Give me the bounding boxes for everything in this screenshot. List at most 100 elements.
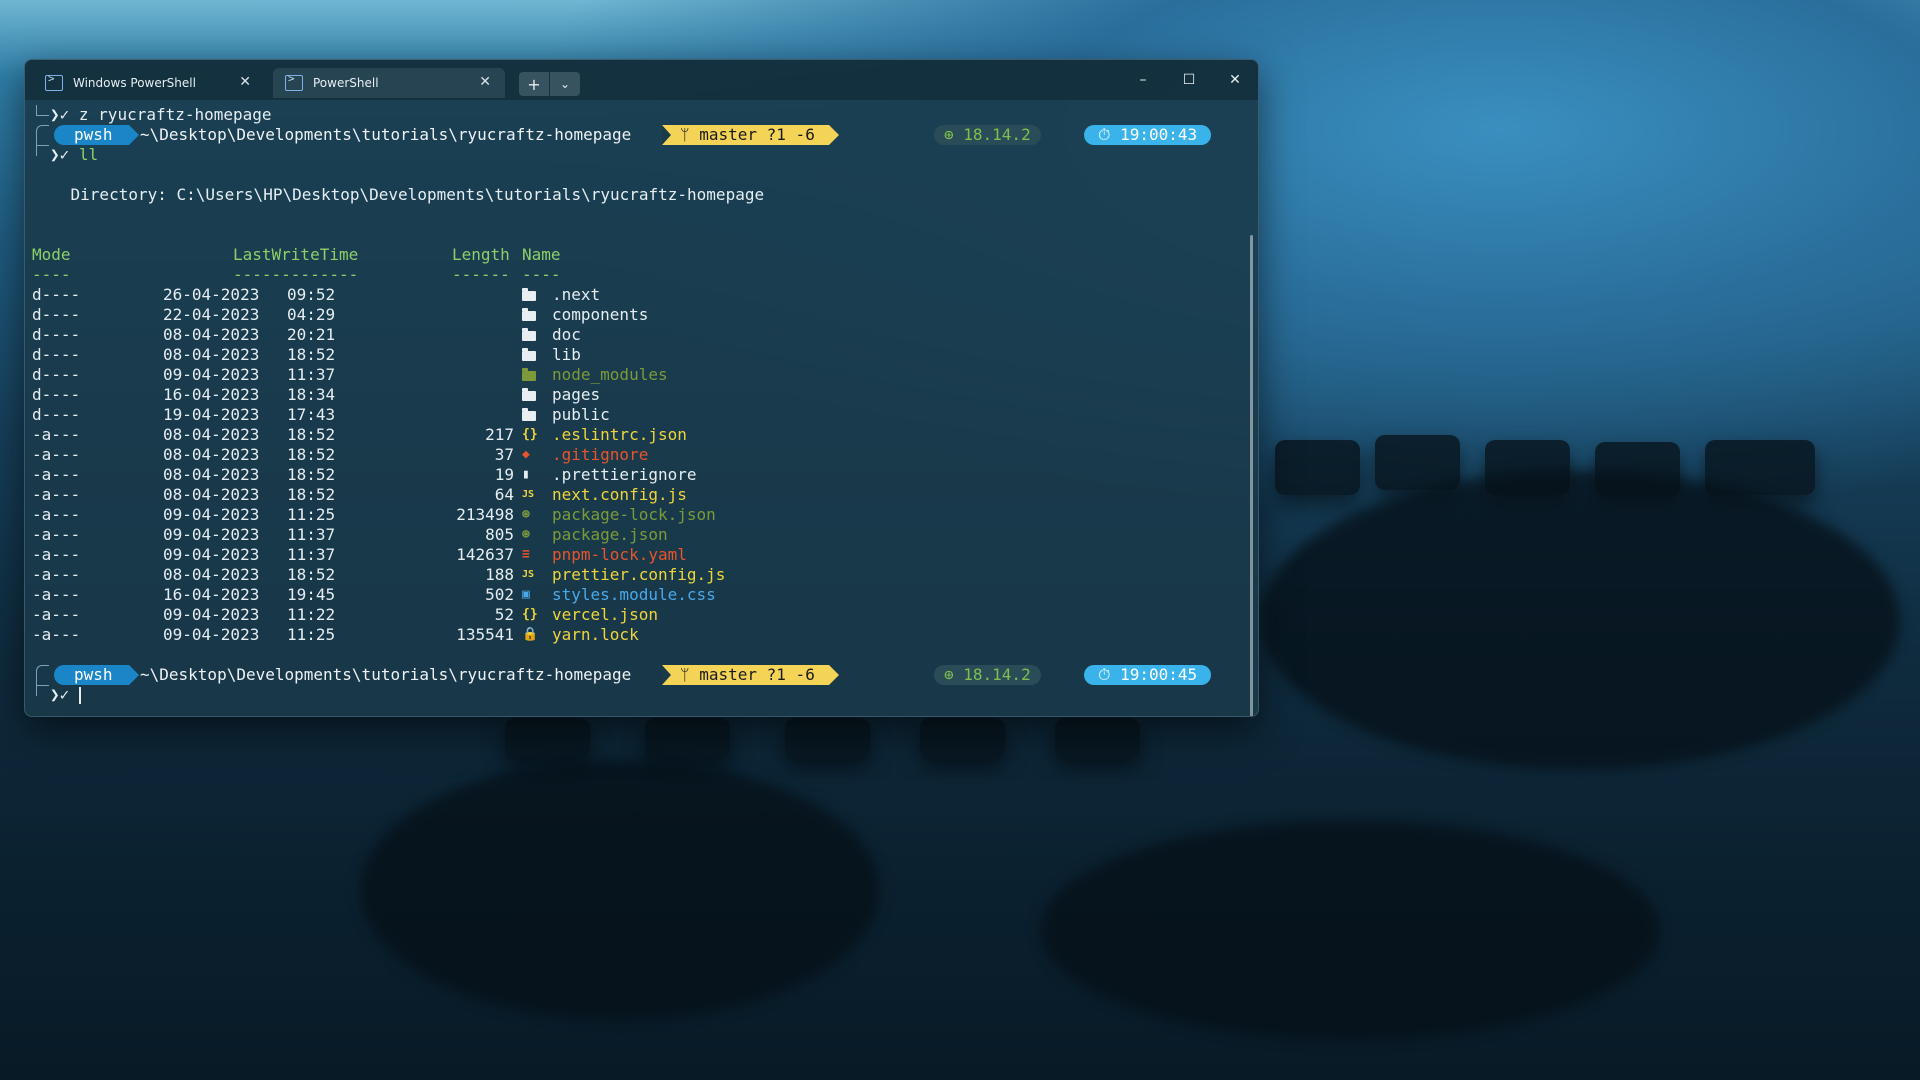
file-name[interactable]: package-lock.json	[552, 505, 716, 525]
file-name[interactable]: public	[552, 405, 610, 425]
file-time: 04:29	[287, 305, 336, 324]
file-time: 18:52	[287, 445, 336, 464]
prompt-symbol: ❯✓	[50, 145, 70, 164]
header-underline: ----	[32, 265, 71, 284]
tab-label: Windows PowerShell	[73, 76, 196, 90]
file-time: 18:52	[287, 485, 336, 504]
json-icon: {}	[522, 427, 538, 442]
file-name[interactable]: pages	[552, 385, 600, 405]
close-window-button[interactable]: ✕	[1212, 68, 1258, 92]
folder-icon	[522, 365, 536, 385]
close-tab-icon[interactable]: ✕	[479, 74, 491, 90]
minimize-button[interactable]: –	[1120, 68, 1166, 92]
file-name[interactable]: prettier.config.js	[552, 565, 725, 585]
wallpaper-hand	[360, 760, 880, 1020]
wallpaper-key	[1055, 718, 1140, 758]
path-segment: ~\Desktop\Developments\tutorials\ryucraf…	[140, 125, 632, 144]
file-name[interactable]: pnpm-lock.yaml	[552, 545, 687, 565]
folder-icon	[522, 385, 536, 405]
close-tab-icon[interactable]: ✕	[239, 74, 251, 90]
file-length: 142637	[456, 545, 514, 564]
file-name[interactable]: .prettierignore	[552, 465, 697, 485]
wallpaper-key	[785, 718, 870, 758]
maximize-button[interactable]: ☐	[1166, 68, 1212, 92]
file-date: 09-04-2023	[163, 545, 260, 564]
file-mode: -a---	[32, 565, 81, 584]
file-date: 08-04-2023	[163, 345, 260, 364]
tab-dropdown-button[interactable]: ⌄	[550, 72, 580, 96]
file-name[interactable]: lib	[552, 345, 581, 365]
file-time: 18:52	[287, 465, 336, 484]
scrollbar[interactable]	[1250, 235, 1253, 716]
file-time: 18:52	[287, 565, 336, 584]
command-text: ll	[78, 145, 99, 164]
file-mode: d----	[32, 345, 81, 364]
file-time: 18:52	[287, 425, 336, 444]
column-header-lastwritetime: LastWriteTime	[233, 245, 359, 264]
file-length: 135541	[456, 625, 514, 644]
file-mode: d----	[32, 285, 81, 304]
folder-icon	[522, 345, 536, 365]
file-date: 08-04-2023	[163, 325, 260, 344]
file-length: 64	[494, 485, 514, 504]
prompt-connector	[36, 137, 49, 146]
file-name[interactable]: doc	[552, 325, 581, 345]
command-line: ❯✓ ll	[50, 145, 98, 165]
file-mode: -a---	[32, 485, 81, 504]
file-date: 08-04-2023	[163, 465, 260, 484]
wallpaper-key	[1375, 435, 1460, 490]
powershell-icon	[45, 72, 63, 91]
terminal-output[interactable]: ❯✓ z ryucraftz-homepage pwsh ~\Desktop\D…	[32, 103, 1246, 716]
tab-powershell[interactable]: PowerShell ✕	[273, 68, 505, 98]
js-icon: JS	[522, 489, 535, 500]
file-date: 19-04-2023	[163, 405, 260, 424]
file-name[interactable]: package.json	[552, 525, 668, 545]
file-mode: -a---	[32, 465, 81, 484]
file-length: 19	[494, 465, 514, 484]
npm-icon: ⊛	[522, 507, 530, 522]
column-header-name: Name	[522, 245, 561, 264]
file-name[interactable]: .gitignore	[552, 445, 648, 465]
file-name[interactable]: .eslintrc.json	[552, 425, 687, 445]
css-icon: ▣	[522, 587, 530, 602]
file-mode: d----	[32, 325, 81, 344]
wallpaper-hand	[1040, 820, 1660, 1040]
file-icon: ▮	[522, 467, 530, 482]
file-mode: -a---	[32, 525, 81, 544]
file-mode: d----	[32, 385, 81, 404]
wallpaper-key	[1275, 440, 1360, 495]
shell-segment: pwsh	[54, 665, 139, 685]
file-date: 09-04-2023	[163, 625, 260, 644]
file-length: 217	[485, 425, 514, 444]
file-name[interactable]: yarn.lock	[552, 625, 639, 645]
file-mode: -a---	[32, 585, 81, 604]
command-line: ❯✓ z ryucraftz-homepage	[50, 105, 272, 125]
file-name[interactable]: node_modules	[552, 365, 668, 385]
file-name[interactable]: next.config.js	[552, 485, 687, 505]
wallpaper-key	[1595, 442, 1680, 497]
file-date: 08-04-2023	[163, 445, 260, 464]
file-time: 09:52	[287, 285, 336, 304]
npm-icon: ⊛	[522, 527, 530, 542]
js-icon: JS	[522, 569, 535, 580]
input-line[interactable]: ❯✓	[50, 685, 81, 705]
tab-windows-powershell[interactable]: Windows PowerShell ✕	[33, 68, 265, 98]
file-mode: -a---	[32, 425, 81, 444]
wallpaper-key	[645, 718, 730, 758]
header-underline: -------------	[233, 265, 359, 284]
file-name[interactable]: styles.module.css	[552, 585, 716, 605]
file-mode: -a---	[32, 545, 81, 564]
wallpaper-key	[1705, 440, 1815, 495]
command-text: z ryucraftz-homepage	[78, 105, 272, 124]
file-name[interactable]: components	[552, 305, 648, 325]
shell-segment: pwsh	[54, 125, 139, 145]
file-name[interactable]: vercel.json	[552, 605, 658, 625]
git-branch-segment: ᛘ master ?1 -6	[662, 125, 839, 145]
new-tab-button[interactable]: +	[519, 72, 549, 96]
yaml-icon: ≡	[522, 547, 530, 562]
title-bar: Windows PowerShell ✕ PowerShell ✕ + ⌄ – …	[25, 60, 1258, 100]
file-date: 09-04-2023	[163, 365, 260, 384]
file-name[interactable]: .next	[552, 285, 600, 305]
file-mode: d----	[32, 365, 81, 384]
time-segment: ⏱ 19:00:45	[1084, 665, 1212, 685]
